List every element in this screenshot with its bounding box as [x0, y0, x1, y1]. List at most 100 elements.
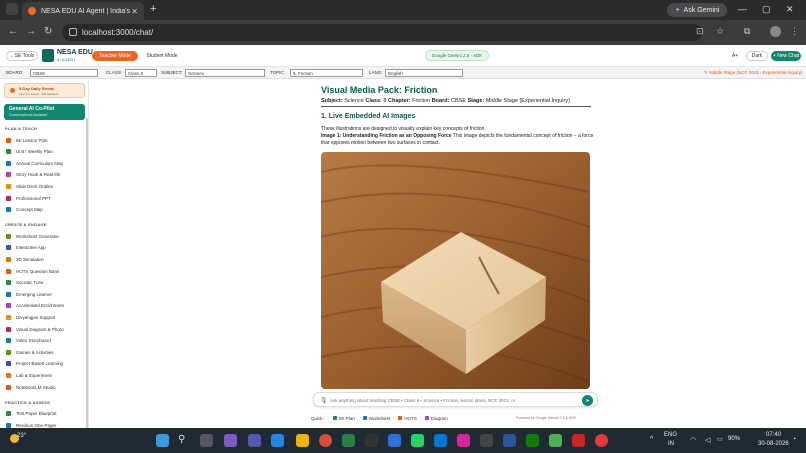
extensions-icon[interactable]: ⧉	[744, 26, 750, 37]
forward-icon[interactable]: →	[26, 26, 36, 37]
quick-chip[interactable]: Diagram	[424, 416, 448, 421]
chat-input[interactable]	[330, 396, 575, 405]
quick-chip[interactable]: 5E Plan	[333, 416, 355, 421]
sidebar-item[interactable]: Divyangjan Support	[6, 313, 55, 321]
instagram-icon[interactable]	[457, 434, 470, 447]
maximize-icon[interactable]: ▢	[762, 4, 771, 15]
quick-chip-label: Worksheet	[368, 416, 391, 421]
sidebar-item[interactable]: 5E Lesson Plan	[6, 136, 48, 144]
new-chat-button[interactable]: + New Chat	[771, 51, 801, 61]
sidebar-item[interactable]: Emerging Learner	[6, 290, 52, 298]
close-window-icon[interactable]: ✕	[786, 4, 794, 15]
board-select[interactable]: CBSE	[30, 69, 98, 77]
tray-chevron-icon[interactable]: ^	[650, 436, 653, 443]
sidebar-item[interactable]: Lab & Experiment	[6, 371, 52, 379]
sidebar-item[interactable]: Video Storyboard	[6, 337, 51, 345]
image-caption: Image 1: Understanding Friction as an Op…	[321, 133, 596, 147]
sidebar-item[interactable]: Unit / Weekly Plan	[6, 148, 53, 156]
notifications-icon[interactable]: ◔	[792, 436, 796, 443]
chatgpt-icon[interactable]	[480, 434, 493, 447]
sidebar-item[interactable]: Story Hook & Real-life	[6, 171, 60, 179]
sidebar-item[interactable]: 3D Simulation	[6, 255, 44, 263]
app4-icon[interactable]	[595, 434, 608, 447]
excel-icon[interactable]	[342, 434, 355, 447]
site-info-icon[interactable]	[69, 28, 77, 36]
sidebar-item[interactable]: Revision One-Pager	[6, 421, 57, 428]
lang-indicator[interactable]: ENG	[664, 432, 677, 438]
se-tools-button[interactable]: ← SE Tools	[6, 51, 38, 61]
quick-chip[interactable]: HOTS	[398, 416, 417, 421]
profile-avatar[interactable]	[770, 26, 781, 37]
chat-input-bar[interactable]: 🎙 ➤	[313, 392, 598, 407]
wifi-icon[interactable]: ◠	[690, 436, 696, 444]
address-bar[interactable]: localhost:3000/chat/	[62, 24, 702, 41]
subject-select[interactable]: Science	[185, 69, 265, 77]
quick-chip[interactable]: Worksheet	[362, 416, 391, 421]
search-icon[interactable]: ⚲	[178, 434, 191, 447]
task-view-icon[interactable]	[200, 434, 213, 447]
explorer-icon[interactable]	[296, 434, 309, 447]
send-button[interactable]: ➤	[582, 395, 593, 406]
sidebar-item[interactable]: Professional PPT	[6, 194, 51, 202]
ask-gemini-button[interactable]: ✦ Ask Gemini	[667, 3, 727, 17]
clock-time[interactable]: 07:40	[766, 432, 781, 438]
reload-icon[interactable]: ↻	[44, 26, 52, 37]
tab-list-icon[interactable]	[6, 3, 18, 15]
vscode-icon[interactable]	[388, 434, 401, 447]
sidebar-scrollbar[interactable]	[86, 118, 88, 428]
edge-icon[interactable]	[271, 434, 284, 447]
sidebar-item[interactable]: Socratic Tutor	[6, 279, 44, 287]
outlook-icon[interactable]	[434, 434, 447, 447]
sidebar-item[interactable]: Slide Deck Outline	[6, 182, 53, 190]
sidebar-item-label: Professional PPT	[16, 195, 51, 201]
sidebar-item[interactable]: Test Paper Blueprint	[6, 410, 57, 418]
browser-tab[interactable]: NESA EDU AI Agent | India's Sm ✕	[22, 2, 144, 20]
menu-icon[interactable]: ⋮	[790, 26, 799, 37]
start-icon[interactable]	[156, 434, 169, 447]
sidebar-item[interactable]: NotebookLM Studio	[6, 383, 56, 391]
chrome-icon[interactable]	[319, 434, 332, 447]
student-mode-button[interactable]: Student Mode	[140, 51, 184, 61]
sidebar-item[interactable]: Interactive App	[6, 244, 46, 252]
font-size-button[interactable]: A+	[729, 51, 741, 61]
topic-select[interactable]: 8. Friction	[290, 69, 363, 77]
app3-icon[interactable]	[572, 434, 585, 447]
teacher-mode-button[interactable]: Teacher Mode	[92, 51, 138, 61]
minimize-icon[interactable]: —	[738, 4, 747, 14]
quick-chip-label: Diagram	[430, 416, 448, 421]
gemini-icon: ✦	[674, 7, 681, 14]
sidebar-item[interactable]: Visual Diagram & Photo	[6, 325, 64, 333]
install-icon[interactable]: ⊡	[696, 26, 704, 37]
battery-icon[interactable]: ▭	[717, 436, 723, 443]
streak-card[interactable]: 5-Day Daily Streak 14.2 hrs saved · 420 …	[4, 83, 85, 98]
copilot-button[interactable]: General AI Co-Pilot Conversational Assis…	[4, 104, 85, 120]
sidebar-item[interactable]: Concept Map	[6, 206, 43, 214]
sidebar-item[interactable]: Annual Curriculum Map	[6, 159, 63, 167]
nesa-logo-icon	[42, 49, 54, 62]
sidebar-item[interactable]: Accelerated Enrichment	[6, 302, 64, 310]
whatsapp-icon[interactable]	[411, 434, 424, 447]
class-select[interactable]: Class 8	[125, 69, 157, 77]
new-tab-icon[interactable]: +	[150, 3, 156, 15]
back-icon[interactable]: ←	[8, 26, 18, 37]
sidebar-item[interactable]: Project-Based Learning	[6, 360, 63, 368]
word-icon[interactable]	[503, 434, 516, 447]
url-text: localhost:3000/chat/	[82, 28, 154, 37]
dark-toggle-button[interactable]: Dark	[746, 51, 768, 61]
sidebar-item-icon	[6, 245, 11, 251]
sidebar-item-icon	[6, 372, 11, 378]
sidebar-item[interactable]: Worksheet Generator	[6, 232, 59, 240]
sidebar-item[interactable]: HOTS Question Bank	[6, 267, 59, 275]
sidebar: 5-Day Daily Streak 14.2 hrs saved · 420 …	[0, 80, 89, 428]
bookmark-star-icon[interactable]: ☆	[716, 26, 724, 37]
app2-icon[interactable]	[549, 434, 562, 447]
volume-icon[interactable]: ◁	[705, 436, 710, 444]
lang-select[interactable]: English	[385, 69, 463, 77]
teams-icon[interactable]	[248, 434, 261, 447]
mic-icon[interactable]: 🎙	[320, 397, 328, 404]
close-tab-icon[interactable]: ✕	[131, 7, 138, 16]
app-icon[interactable]	[365, 434, 378, 447]
xbox-icon[interactable]	[526, 434, 539, 447]
copilot-icon[interactable]	[224, 434, 237, 447]
sidebar-item[interactable]: Games & Activities	[6, 348, 54, 356]
